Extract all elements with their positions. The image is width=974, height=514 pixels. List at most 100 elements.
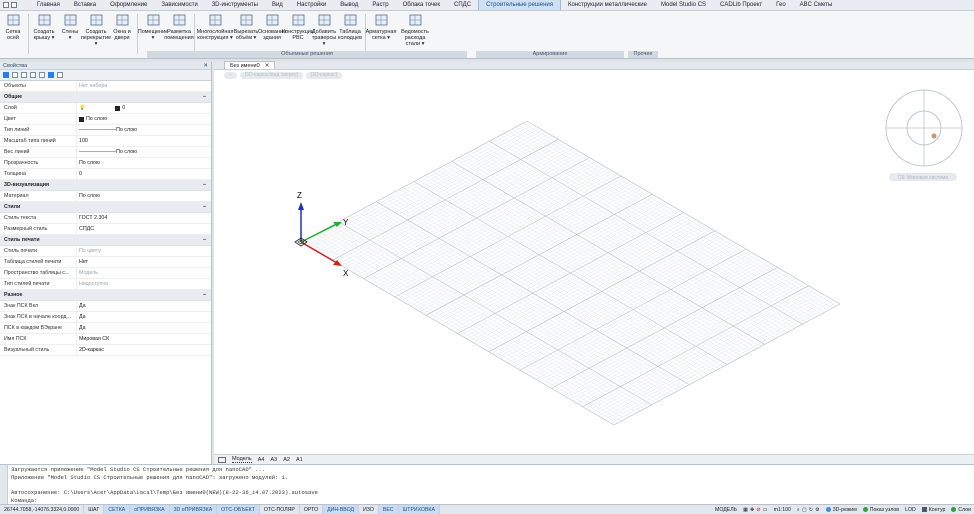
property-row[interactable]: ПСК в каждом ВЭкране Да [0, 323, 211, 334]
close-icon[interactable]: ✕ [203, 62, 208, 69]
status-toggle[interactable]: СЕТКА [104, 505, 131, 514]
menu-item[interactable]: Гео [769, 0, 793, 10]
ribbon-button[interactable]: Многослойная конструкция ▾ [197, 11, 233, 51]
pan-icon[interactable]: ✥ [750, 505, 754, 514]
menu-item[interactable]: Конструкции металлические [561, 0, 654, 10]
quick-access-toolbar[interactable] [0, 2, 30, 8]
grid-icon[interactable]: ▦ [743, 505, 748, 514]
property-value[interactable]: По цвету [77, 246, 211, 256]
window-icon[interactable]: ▢ [802, 505, 807, 514]
menu-item[interactable]: Главная [30, 0, 67, 10]
document-tab[interactable]: Без имени0 ✕ [224, 61, 276, 69]
quick-select-icon[interactable] [30, 72, 36, 78]
property-row[interactable]: Тип стилей печати Недоступно [0, 279, 211, 290]
property-value[interactable]: 100 [77, 136, 211, 146]
layout-tab[interactable]: Модель [232, 456, 252, 463]
layers-toggle[interactable]: Слои [948, 505, 974, 514]
property-value[interactable]: 0 [77, 169, 211, 179]
close-tab-icon[interactable]: ✕ [265, 62, 270, 69]
scale-selector[interactable]: m1:100 [771, 505, 794, 514]
property-value[interactable]: ———————По слою [77, 147, 211, 157]
property-row[interactable]: Слой 💡 0 [0, 103, 211, 114]
ribbon-button[interactable]: Окна и двери [109, 11, 135, 51]
pick-icon[interactable] [12, 72, 18, 78]
contour-toggle[interactable]: Контур [919, 505, 949, 514]
show-nodes-toggle[interactable]: Показ узлов [860, 505, 902, 514]
status-toggle[interactable]: ОТС-ОБЪЕКТ [217, 505, 260, 514]
collapse-icon[interactable]: − [203, 235, 206, 245]
property-value[interactable]: 2D-каркас [77, 345, 211, 355]
status-toggle[interactable]: 3D оПРИВЯЗКА [169, 505, 218, 514]
menu-item[interactable]: Зависимости [154, 0, 204, 10]
menu-item[interactable]: 3D-инструменты [205, 0, 265, 10]
property-section[interactable]: Разное − [0, 290, 211, 301]
layout-tab[interactable]: A4 [258, 457, 265, 463]
command-window-handle[interactable] [0, 465, 8, 505]
status-toggle[interactable]: ШТРИХОВКА [398, 505, 440, 514]
status-toggle[interactable]: оПРИВЯЗКА [130, 505, 170, 514]
filter-icon[interactable] [21, 72, 27, 78]
property-value[interactable]: ГОСТ 2.304 [77, 213, 211, 223]
property-value[interactable]: СПДС [77, 224, 211, 234]
property-row[interactable]: Таблица стилей печати Нет [0, 257, 211, 268]
property-section[interactable]: 3D-визуализация − [0, 180, 211, 191]
layout-tab[interactable]: A3 [270, 457, 277, 463]
ribbon-button[interactable]: Создать перекрытие ▾ [81, 11, 111, 51]
property-row[interactable]: Масштаб типа линий 100 [0, 136, 211, 147]
status-toggle[interactable]: ДИН-ВВОД [323, 505, 360, 514]
ribbon-button[interactable]: Создать крышу ▾ [31, 11, 57, 51]
menu-item[interactable]: Настройки [290, 0, 333, 10]
property-row[interactable]: Размерный стиль СПДС [0, 224, 211, 235]
property-row[interactable]: Стиль печати По цвету [0, 246, 211, 257]
app-icon[interactable] [3, 2, 9, 8]
menu-item[interactable]: CADLib Проект [713, 0, 769, 10]
compass-ucs-label[interactable]: СК: Мировая система [898, 175, 949, 181]
property-value[interactable]: Мировая СК [77, 334, 211, 344]
property-value[interactable]: По слою [77, 191, 211, 201]
status-toggle[interactable]: ШАГ [84, 505, 105, 514]
property-value[interactable]: Да [77, 301, 211, 311]
zoom-icon[interactable]: ⌕ [797, 505, 800, 514]
select-objects-icon[interactable] [3, 72, 9, 78]
ribbon-button[interactable]: Стены ▾ [57, 11, 83, 51]
menu-item[interactable]: Model Studio CS [654, 0, 713, 10]
lod-toggle[interactable]: LOD [902, 505, 919, 514]
cursor-icon[interactable] [48, 72, 54, 78]
help-icon[interactable] [57, 72, 63, 78]
save-icon[interactable] [11, 2, 17, 8]
property-row[interactable]: Толщина 0 [0, 169, 211, 180]
menu-item[interactable]: ABC Сметы [793, 0, 840, 10]
property-row[interactable]: Пространство таблицы с... Модель [0, 268, 211, 279]
collapse-icon[interactable]: − [203, 202, 206, 212]
menu-item[interactable]: Вставка [67, 0, 103, 10]
property-row[interactable]: Материал По слою [0, 191, 211, 202]
status-toggle[interactable]: ИЗО [359, 505, 379, 514]
ribbon-button[interactable]: Ведомость расхода стали ▾ [394, 11, 436, 51]
property-section[interactable]: Стиль печати − [0, 235, 211, 246]
menu-item[interactable]: СПДС [447, 0, 478, 10]
property-row[interactable]: Цвет По слою [0, 114, 211, 125]
settings-icon[interactable]: ⚙ [815, 505, 820, 514]
collapse-icon[interactable]: − [203, 92, 206, 102]
ribbon-button[interactable]: Конструкции PBC [282, 11, 314, 51]
menu-item[interactable]: Вывод [333, 0, 365, 10]
property-row[interactable]: Знак ПСК в начале коорд... Да [0, 312, 211, 323]
menu-item[interactable]: Вид [265, 0, 290, 10]
status-toggle[interactable]: ОРТО [300, 505, 324, 514]
ribbon-button[interactable]: Сетка осей [0, 11, 26, 51]
property-row[interactable]: Объекты Нет набора [0, 81, 211, 92]
model-space-toggle[interactable]: МОДЕЛЬ [712, 505, 740, 514]
layout-tab[interactable]: A1 [296, 457, 303, 463]
menu-item[interactable]: Оформление [103, 0, 154, 10]
layout-menu-icon[interactable] [218, 456, 226, 463]
property-value[interactable]: Да [77, 323, 211, 333]
property-value[interactable]: По слою [77, 114, 211, 124]
ribbon-button[interactable]: Таблица колодцев [337, 11, 363, 51]
status-toggle[interactable]: ОТС-ПОЛЯР [260, 505, 300, 514]
property-value[interactable]: 💡 0 [77, 103, 211, 113]
property-value[interactable]: Нет [77, 257, 211, 267]
ribbon-button[interactable]: Вырезать объём ▾ [233, 11, 259, 51]
view-compass[interactable] [885, 89, 963, 181]
ribbon-button[interactable]: Добавить траверсы ▾ [311, 11, 337, 51]
menu-item[interactable]: Строительные решения [478, 0, 561, 10]
